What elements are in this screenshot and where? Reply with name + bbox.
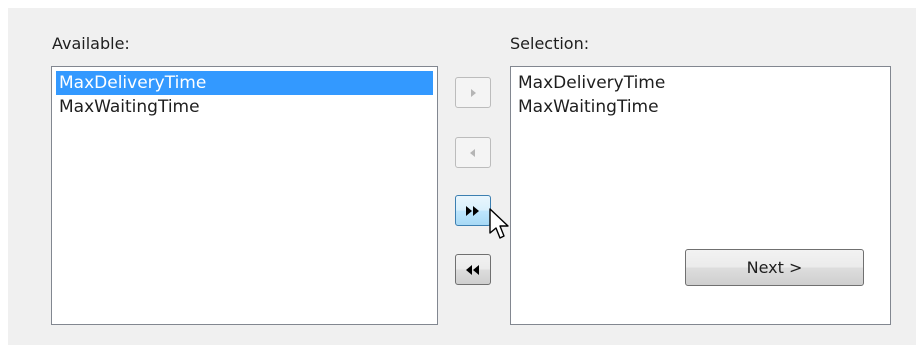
next-button[interactable]: Next > <box>685 249 864 286</box>
double-arrow-left-icon <box>466 264 479 275</box>
add-selected-button[interactable] <box>455 77 491 108</box>
available-item-maxwaitingtime[interactable]: MaxWaitingTime <box>56 95 433 119</box>
arrow-left-icon <box>470 148 475 157</box>
arrow-right-icon <box>471 88 476 97</box>
remove-all-button[interactable] <box>455 254 491 285</box>
selection-item-maxdeliverytime[interactable]: MaxDeliveryTime <box>515 71 886 95</box>
selection-label: Selection: <box>510 34 590 53</box>
available-label: Available: <box>52 34 130 53</box>
selection-item-maxwaitingtime[interactable]: MaxWaitingTime <box>515 95 886 119</box>
mouse-pointer-icon <box>489 208 509 239</box>
dialog-panel: Available: Selection: MaxDeliveryTime Ma… <box>8 8 916 345</box>
add-all-button[interactable] <box>455 195 491 226</box>
selection-listbox[interactable]: MaxDeliveryTime MaxWaitingTime <box>510 66 891 325</box>
available-item-maxdeliverytime[interactable]: MaxDeliveryTime <box>56 71 433 95</box>
double-arrow-right-icon <box>466 205 479 216</box>
available-listbox[interactable]: MaxDeliveryTime MaxWaitingTime <box>51 66 438 325</box>
remove-selected-button[interactable] <box>455 137 491 168</box>
